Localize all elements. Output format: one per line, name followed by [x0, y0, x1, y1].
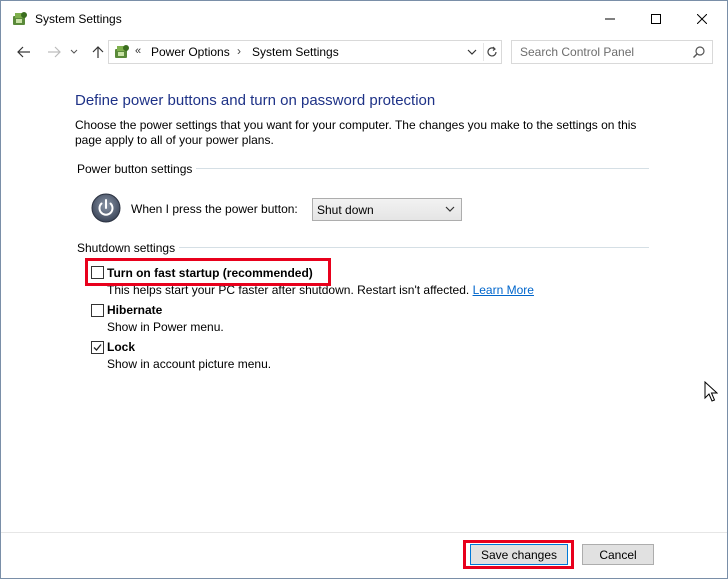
power-button-action-select[interactable]: Shut down: [312, 198, 462, 221]
breadcrumb-system-settings[interactable]: System Settings: [252, 45, 339, 59]
search-icon[interactable]: [692, 45, 706, 59]
hibernate-checkbox[interactable]: [91, 304, 104, 317]
back-arrow-icon: [17, 46, 30, 58]
refresh-icon: [487, 46, 497, 57]
lock-description: Show in account picture menu.: [107, 357, 272, 371]
search-box[interactable]: [511, 40, 713, 64]
lock-checkbox[interactable]: [91, 341, 104, 354]
fast-startup-label[interactable]: Turn on fast startup (recommended): [107, 266, 313, 280]
forward-button[interactable]: [45, 43, 63, 61]
search-input[interactable]: [512, 41, 690, 63]
address-dropdown-button[interactable]: [465, 45, 479, 59]
maximize-icon: [651, 14, 661, 24]
checkmark-icon: [93, 344, 102, 351]
shutdown-settings-heading: Shutdown settings: [77, 241, 180, 255]
minimize-button[interactable]: [587, 1, 633, 37]
refresh-button[interactable]: [483, 43, 500, 61]
power-button-label: When I press the power button:: [131, 202, 298, 216]
chevron-down-icon: [467, 49, 477, 55]
lock-label[interactable]: Lock: [107, 340, 135, 354]
control-panel-icon: [113, 43, 131, 61]
up-arrow-icon: [92, 46, 104, 58]
breadcrumb-power-options[interactable]: Power Options: [151, 45, 230, 59]
navigation-bar: « Power Options › System Settings: [1, 37, 727, 67]
save-changes-button[interactable]: Save changes: [470, 544, 568, 565]
back-button[interactable]: [15, 43, 33, 61]
cancel-button[interactable]: Cancel: [582, 544, 654, 565]
close-button[interactable]: [679, 1, 725, 37]
system-settings-window: System Settings « Power Options › System…: [0, 0, 728, 579]
minimize-icon: [605, 18, 615, 20]
hibernate-description: Show in Power menu.: [107, 320, 224, 334]
recent-locations-button[interactable]: [68, 43, 80, 61]
window-title: System Settings: [35, 12, 122, 26]
power-button-action-value: Shut down: [317, 203, 374, 217]
breadcrumb-overflow[interactable]: «: [135, 45, 141, 57]
control-panel-icon: [11, 10, 29, 28]
maximize-button[interactable]: [633, 1, 679, 37]
power-icon: [91, 193, 121, 223]
address-bar[interactable]: « Power Options › System Settings: [108, 40, 502, 64]
hibernate-label[interactable]: Hibernate: [107, 303, 162, 317]
learn-more-link[interactable]: Learn More: [473, 283, 534, 297]
close-icon: [697, 14, 707, 24]
mouse-cursor-icon: [704, 381, 718, 402]
fast-startup-desc-text: This helps start your PC faster after sh…: [107, 283, 470, 297]
fast-startup-description: This helps start your PC faster after sh…: [107, 283, 534, 297]
up-button[interactable]: [89, 43, 107, 61]
power-button-settings-heading: Power button settings: [77, 162, 197, 176]
breadcrumb-separator: ›: [237, 44, 241, 58]
chevron-down-icon: [70, 49, 78, 54]
page-title: Define power buttons and turn on passwor…: [75, 92, 436, 109]
forward-arrow-icon: [48, 46, 61, 58]
page-description: Choose the power settings that you want …: [75, 118, 637, 147]
fast-startup-checkbox[interactable]: [91, 266, 104, 279]
chevron-down-icon: [445, 206, 455, 212]
title-bar: System Settings: [1, 1, 727, 37]
footer-divider: [1, 532, 727, 533]
